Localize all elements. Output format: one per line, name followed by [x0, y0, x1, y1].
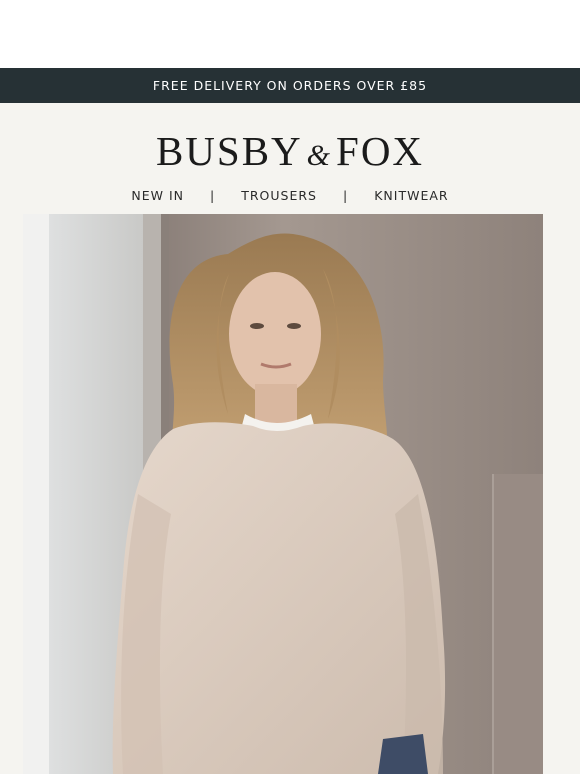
- hero-photo-illustration: [23, 214, 543, 774]
- email-header: BUSBY &FOX NEW IN | TROUSERS | KNITWEAR: [0, 103, 580, 774]
- promo-banner[interactable]: FREE DELIVERY ON ORDERS OVER £85: [0, 68, 580, 103]
- nav-separator: |: [210, 188, 216, 203]
- nav-item-new-in[interactable]: NEW IN: [131, 188, 184, 203]
- nav-separator: |: [343, 188, 349, 203]
- nav-item-trousers[interactable]: TROUSERS: [241, 188, 317, 203]
- hero-image[interactable]: [23, 214, 543, 774]
- top-spacer: [0, 0, 580, 68]
- brand-logo[interactable]: BUSBY &FOX: [0, 129, 580, 178]
- main-nav: NEW IN | TROUSERS | KNITWEAR: [0, 188, 580, 203]
- brand-name-part2: FOX: [336, 128, 425, 174]
- brand-ampersand: &: [306, 139, 333, 172]
- brand-name-part1: BUSBY: [155, 128, 303, 174]
- nav-item-knitwear[interactable]: KNITWEAR: [374, 188, 448, 203]
- promo-text: FREE DELIVERY ON ORDERS OVER £85: [152, 78, 428, 93]
